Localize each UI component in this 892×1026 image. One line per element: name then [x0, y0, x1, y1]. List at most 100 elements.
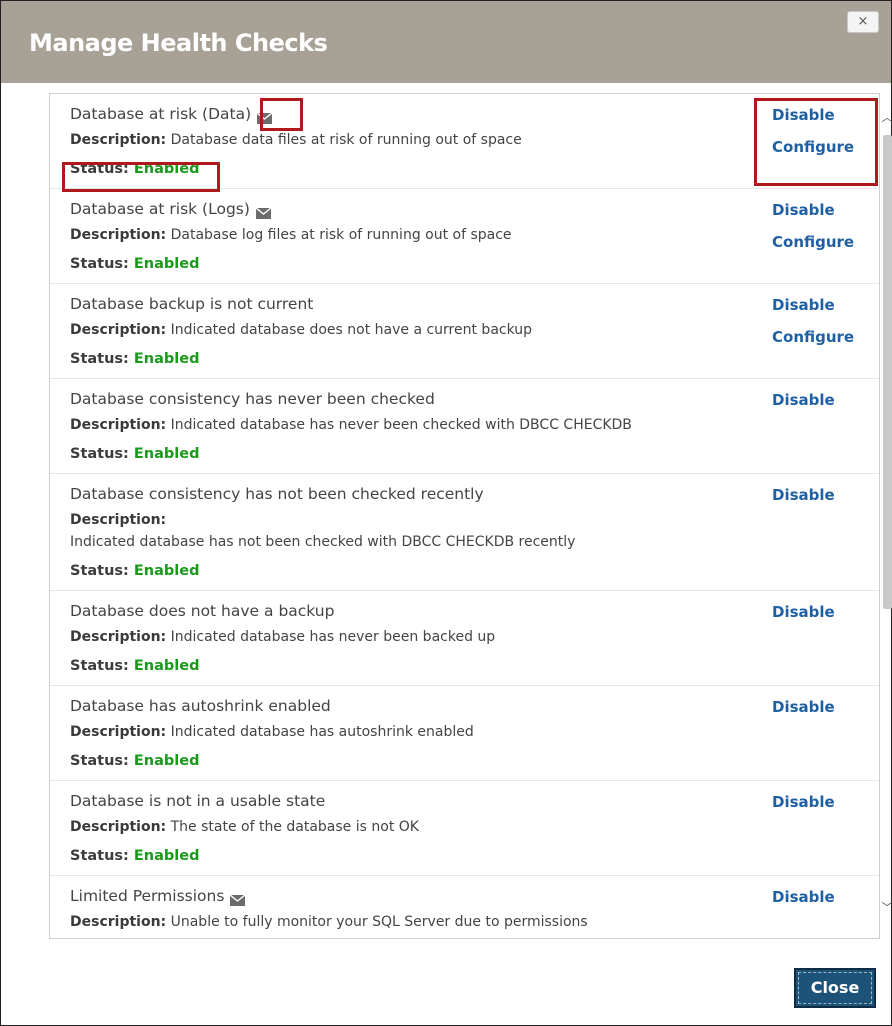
health-check-items: Database at risk (Data) Description: Data…	[50, 94, 879, 938]
disable-link[interactable]: Disable	[772, 484, 872, 506]
health-check-description: Description: The state of the database i…	[70, 816, 859, 838]
dialog-header: Manage Health Checks ×	[1, 1, 891, 83]
description-label: Description:	[70, 417, 167, 433]
health-check-name-text: Database does not have a backup	[70, 602, 335, 620]
status-value: Enabled	[133, 351, 200, 367]
mail-icon	[256, 107, 273, 124]
description-text: Database log files at risk of running ou…	[170, 227, 512, 243]
configure-link[interactable]: Configure	[772, 231, 872, 253]
description-label: Description:	[70, 629, 167, 645]
health-check-name-text: Database consistency has not been checke…	[70, 485, 484, 503]
disable-link[interactable]: Disable	[772, 389, 872, 411]
health-check-status: Status: Enabled	[70, 443, 859, 465]
health-check-item: Database consistency has not been checke…	[50, 474, 879, 591]
health-check-name: Database has autoshrink enabled	[70, 694, 859, 718]
status-label: Status:	[70, 848, 129, 864]
configure-link[interactable]: Configure	[772, 326, 872, 348]
status-value: Enabled	[133, 161, 200, 177]
health-check-actions: Disable	[772, 389, 872, 421]
health-check-status: Status: Enabled	[70, 750, 859, 772]
status-value: Enabled	[133, 446, 200, 462]
health-check-item: Database consistency has never been chec…	[50, 379, 879, 474]
health-check-status: Status: Enabled	[70, 158, 859, 180]
health-check-list[interactable]: Database at risk (Data) Description: Data…	[49, 93, 880, 939]
status-label: Status:	[70, 256, 129, 272]
status-label: Status:	[70, 753, 129, 769]
health-check-item: Database at risk (Logs) Description: Data…	[50, 189, 879, 284]
health-check-name: Database consistency has not been checke…	[70, 482, 859, 506]
health-check-actions: Disable	[772, 484, 872, 516]
disable-link[interactable]: Disable	[772, 791, 872, 813]
health-check-name: Database consistency has never been chec…	[70, 387, 859, 411]
health-check-actions: Disable Configure	[772, 199, 872, 263]
health-check-name: Database at risk (Logs)	[70, 197, 859, 221]
disable-link[interactable]: Disable	[772, 294, 872, 316]
description-text: Unable to fully monitor your SQL Server …	[170, 914, 588, 930]
disable-link[interactable]: Disable	[772, 886, 872, 908]
health-check-status: Status: Enabled	[70, 655, 859, 677]
description-label: Description:	[70, 819, 167, 835]
description-label: Description:	[70, 227, 167, 243]
disable-link[interactable]: Disable	[772, 104, 872, 126]
disable-link[interactable]: Disable	[772, 601, 872, 623]
scrollbar[interactable]: ︿ ﹀	[879, 93, 892, 937]
health-check-actions: Disable	[772, 886, 872, 918]
health-check-actions: Disable	[772, 696, 872, 728]
status-value: Enabled	[133, 658, 200, 674]
disable-link[interactable]: Disable	[772, 199, 872, 221]
close-button[interactable]: Close	[794, 968, 876, 1008]
scroll-down-chevron-icon[interactable]: ﹀	[880, 901, 892, 915]
health-check-status: Status: Enabled	[70, 348, 859, 370]
health-check-item: Limited Permissions Description: Unable t…	[50, 876, 879, 938]
health-check-status: Status: Enabled	[70, 253, 859, 275]
status-value: Enabled	[133, 563, 200, 579]
health-check-name: Limited Permissions	[70, 884, 859, 908]
status-label: Status:	[70, 446, 129, 462]
mail-icon	[229, 889, 246, 906]
health-check-actions: Disable Configure	[772, 294, 872, 358]
description-text: Indicated database has not been checked …	[70, 534, 576, 550]
health-check-name-text: Database at risk (Logs)	[70, 200, 250, 218]
description-text: The state of the database is not OK	[170, 819, 419, 835]
description-label: Description:	[70, 512, 167, 528]
health-check-description: Description: Database log files at risk …	[70, 224, 859, 246]
scroll-up-chevron-icon[interactable]: ︿	[880, 111, 892, 125]
description-label: Description:	[70, 724, 167, 740]
health-check-name-text: Database consistency has never been chec…	[70, 390, 435, 408]
status-label: Status:	[70, 161, 129, 177]
disable-link[interactable]: Disable	[772, 696, 872, 718]
health-check-description: Description: Unable to fully monitor you…	[70, 911, 859, 933]
health-check-item: Database backup is not current Descriptio…	[50, 284, 879, 379]
description-text: Database data files at risk of running o…	[170, 132, 522, 148]
status-label: Status:	[70, 351, 129, 367]
health-check-description: Description: Indicated database has auto…	[70, 721, 859, 743]
health-check-description: Description: Indicated database does not…	[70, 319, 859, 341]
health-check-status: Status: Enabled	[70, 845, 859, 867]
scroll-thumb[interactable]	[883, 135, 892, 609]
description-label: Description:	[70, 322, 167, 338]
health-check-actions: Disable	[772, 791, 872, 823]
status-value: Enabled	[133, 753, 200, 769]
dialog-title: Manage Health Checks	[29, 29, 328, 57]
health-check-name-text: Database backup is not current	[70, 295, 314, 313]
health-check-status: Status: Enabled	[70, 560, 859, 582]
health-check-description: Description: Indicated database has not …	[70, 509, 859, 553]
health-check-item: Database has autoshrink enabled Descripti…	[50, 686, 879, 781]
status-value: Enabled	[133, 256, 200, 272]
health-check-description: Description: Indicated database has neve…	[70, 414, 859, 436]
health-check-item: Database is not in a usable state Descrip…	[50, 781, 879, 876]
health-check-name: Database is not in a usable state	[70, 789, 859, 813]
mail-icon	[255, 202, 272, 219]
description-text: Indicated database has autoshrink enable…	[170, 724, 474, 740]
configure-link[interactable]: Configure	[772, 136, 872, 158]
description-text: Indicated database has never been checke…	[170, 417, 632, 433]
health-check-name: Database backup is not current	[70, 292, 859, 316]
health-check-description: Description: Database data files at risk…	[70, 129, 859, 151]
close-x-button[interactable]: ×	[847, 11, 879, 33]
description-label: Description:	[70, 132, 167, 148]
health-check-name-text: Database is not in a usable state	[70, 792, 326, 810]
manage-health-checks-dialog: Manage Health Checks × Database at risk …	[0, 0, 892, 1026]
description-text: Indicated database does not have a curre…	[170, 322, 533, 338]
health-check-name-text: Limited Permissions	[70, 887, 225, 905]
health-check-item: Database does not have a backup Descripti…	[50, 591, 879, 686]
